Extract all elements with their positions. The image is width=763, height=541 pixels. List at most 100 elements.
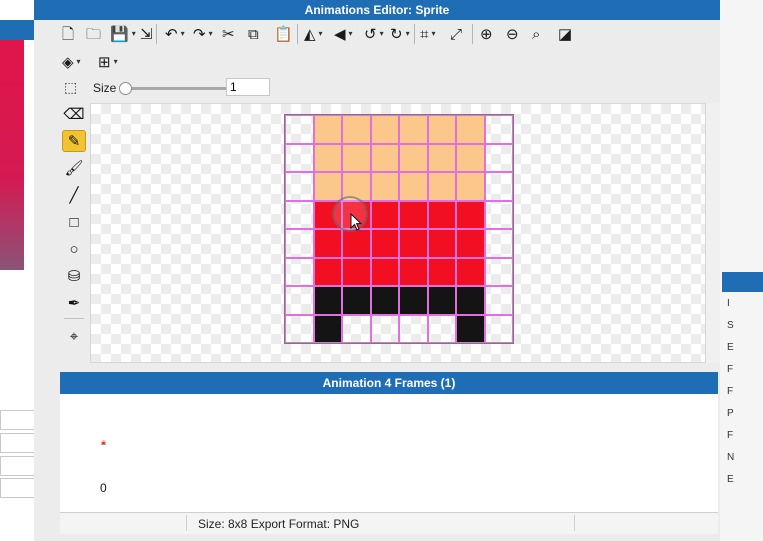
sprite-pixel[interactable] [399, 172, 428, 201]
pencil-tool[interactable]: ✎ [62, 130, 86, 152]
paste-button[interactable]: 📋 [274, 22, 293, 46]
sprite-pixel[interactable] [285, 229, 314, 258]
sprite-pixel[interactable] [427, 143, 456, 172]
resize-button[interactable]: ⤢ [450, 22, 462, 46]
flip-horizontal-button[interactable]: ◭ ▾ [304, 22, 323, 46]
eyedropper-tool[interactable]: ✒ [62, 292, 86, 314]
sprite-pixel[interactable] [427, 314, 456, 343]
sprite-pixel[interactable] [399, 200, 428, 229]
selection-toggle-icon[interactable]: ⬚ [64, 79, 77, 96]
sprite-pixel[interactable] [285, 172, 314, 201]
sprite-pixel[interactable] [313, 286, 342, 315]
sprite-pixel[interactable] [285, 314, 314, 343]
sprite-pixel[interactable] [456, 172, 485, 201]
sprite-pixel[interactable] [313, 172, 342, 201]
copy-button[interactable]: ⧉ [248, 22, 259, 46]
sprite-pixel[interactable] [370, 200, 399, 229]
sprite-pixel[interactable] [313, 115, 342, 144]
sprite-pixel[interactable] [370, 172, 399, 201]
layers-button[interactable]: ◈ ▾ [62, 50, 81, 74]
sprite-pixel[interactable] [285, 115, 314, 144]
sprite-pixel[interactable] [370, 286, 399, 315]
sprite-pixel[interactable] [399, 229, 428, 258]
sprite-pixel[interactable] [484, 286, 513, 315]
sprite-pixel[interactable] [370, 314, 399, 343]
sprite-pixel[interactable] [427, 286, 456, 315]
sprite-pixel[interactable] [484, 200, 513, 229]
sprite-pixel[interactable] [456, 314, 485, 343]
redo-button[interactable]: ↷ ▾ [193, 22, 213, 46]
sprite-pixel[interactable] [342, 257, 371, 286]
sprite-pixel[interactable] [370, 143, 399, 172]
sprite-pixel[interactable] [399, 314, 428, 343]
save-button[interactable]: 💾 ▾ [110, 22, 136, 46]
export-button[interactable]: ⇲ [140, 22, 153, 46]
size-slider-handle[interactable] [119, 82, 132, 95]
sprite-pixel[interactable] [484, 143, 513, 172]
sprite-pixel[interactable] [342, 115, 371, 144]
sprite-pixel[interactable] [342, 314, 371, 343]
line-tool[interactable]: ╱ [62, 184, 86, 206]
sprite-pixel[interactable] [456, 200, 485, 229]
sprite-pixel[interactable] [427, 257, 456, 286]
cut-button[interactable]: ✂ [222, 22, 235, 46]
frame-thumbnail[interactable] [101, 440, 106, 445]
sprite-pixel[interactable] [285, 200, 314, 229]
sprite-pixel[interactable] [370, 257, 399, 286]
sprite-pixel[interactable] [285, 286, 314, 315]
sprite-pixel[interactable] [399, 286, 428, 315]
chevron-down-icon[interactable]: ▾ [209, 30, 213, 38]
sprite-pixel[interactable] [484, 257, 513, 286]
sprite-pixel[interactable] [285, 143, 314, 172]
zoom-out-button[interactable]: ⊖ [506, 22, 519, 46]
circle-tool[interactable]: ○ [62, 238, 86, 260]
sprite-pixel[interactable] [456, 229, 485, 258]
zoom-fit-button[interactable]: ⌕ [532, 22, 540, 46]
rotate-right-button[interactable]: ↻ ▾ [390, 22, 410, 46]
open-folder-button[interactable]: 🗀 [86, 22, 101, 46]
canvas-scrollbar[interactable] [706, 103, 720, 363]
chevron-down-icon[interactable]: ▾ [181, 30, 185, 38]
brush-tool[interactable]: 🖌 [62, 157, 86, 179]
sprite-pixel[interactable] [427, 229, 456, 258]
fill-bucket-tool[interactable]: ⛁ [62, 265, 86, 287]
sprite-pixel[interactable] [484, 314, 513, 343]
sprite-pixel[interactable] [285, 257, 314, 286]
chevron-down-icon[interactable]: ▾ [431, 30, 435, 38]
zoom-in-button[interactable]: ⊕ [480, 22, 493, 46]
sprite-pixel[interactable] [342, 286, 371, 315]
undo-button[interactable]: ↶ ▾ [165, 22, 185, 46]
grid-button[interactable]: ⊞ ▾ [98, 50, 118, 74]
rotate-left-button[interactable]: ↺ ▾ [364, 22, 384, 46]
sprite-pixel[interactable] [456, 143, 485, 172]
sprite-pixel[interactable] [399, 143, 428, 172]
sprite-pixel[interactable] [313, 143, 342, 172]
sprite-pixel[interactable] [484, 229, 513, 258]
sprite-pixel[interactable] [484, 172, 513, 201]
sprite-pixel[interactable] [342, 229, 371, 258]
sprite-pixel[interactable] [399, 257, 428, 286]
rectangle-tool[interactable]: □ [62, 211, 86, 233]
sprite-pixel[interactable] [427, 200, 456, 229]
sprite-pixel[interactable] [313, 257, 342, 286]
chevron-down-icon[interactable]: ▾ [349, 30, 353, 38]
eraser-tool[interactable]: ⌫ [62, 103, 86, 125]
sprite-pixel[interactable] [370, 229, 399, 258]
chevron-down-icon[interactable]: ▾ [114, 58, 118, 66]
chevron-down-icon[interactable]: ▾ [380, 30, 384, 38]
chevron-down-icon[interactable]: ▾ [132, 30, 136, 38]
crop-button[interactable]: ⌗ ▾ [420, 22, 435, 46]
sprite-pixel[interactable] [456, 257, 485, 286]
sprite-pixel[interactable] [427, 172, 456, 201]
sprite-pixel[interactable] [484, 115, 513, 144]
size-slider[interactable] [125, 87, 227, 90]
sprite-pixel[interactable] [456, 115, 485, 144]
pivot-tool[interactable]: ⌖ [62, 325, 86, 347]
sprite-pixel[interactable] [427, 115, 456, 144]
sprite-pixel[interactable] [313, 314, 342, 343]
chevron-down-icon[interactable]: ▾ [77, 58, 81, 66]
sprite-pixel[interactable] [313, 229, 342, 258]
chevron-down-icon[interactable]: ▾ [319, 30, 323, 38]
size-input[interactable] [226, 78, 270, 96]
sprite-pixel[interactable] [399, 115, 428, 144]
